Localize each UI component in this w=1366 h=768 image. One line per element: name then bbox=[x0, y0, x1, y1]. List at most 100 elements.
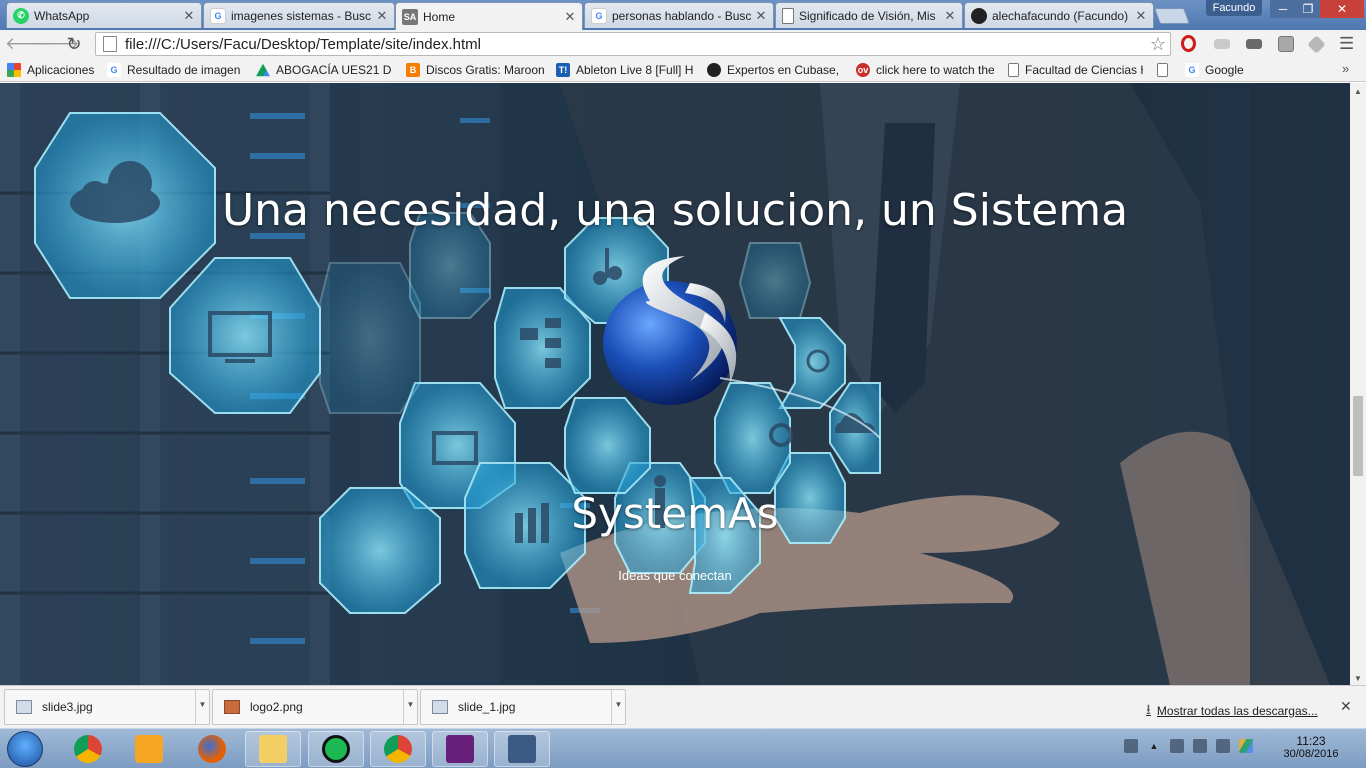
close-tab-icon[interactable]: ✕ bbox=[564, 9, 576, 25]
power-icon[interactable] bbox=[1170, 739, 1184, 753]
taskbar-visual-studio[interactable] bbox=[432, 731, 488, 767]
bookmark-discos-gratis[interactable]: B Discos Gratis: Maroon bbox=[406, 62, 544, 78]
start-button[interactable] bbox=[7, 731, 43, 767]
back-button[interactable]: 🡐 bbox=[5, 33, 51, 55]
system-clock[interactable]: 11:23 30/08/2016 bbox=[1276, 734, 1346, 760]
taskbar-desktop-app[interactable] bbox=[494, 731, 550, 767]
show-hidden-icons-icon[interactable]: ▲ bbox=[1147, 739, 1161, 753]
hero-tagline: Ideas que conectan bbox=[618, 568, 732, 583]
bookmark-ableton[interactable]: T! Ableton Live 8 [Full] H bbox=[556, 62, 693, 78]
extension-icon[interactable] bbox=[1214, 39, 1230, 49]
maximize-button[interactable]: ❐ bbox=[1296, 0, 1320, 18]
sa-site-icon: SA bbox=[402, 8, 418, 25]
close-tab-icon[interactable]: ✕ bbox=[755, 8, 767, 24]
desktop-app-icon bbox=[508, 735, 536, 763]
new-tab-button[interactable] bbox=[1154, 8, 1190, 24]
tab-home[interactable]: SA Home ✕ bbox=[395, 2, 583, 30]
system-tray: ▲ bbox=[1124, 739, 1253, 753]
taskbar-file-explorer[interactable] bbox=[245, 731, 301, 767]
tab-whatsapp[interactable]: ✆ WhatsApp ✕ bbox=[6, 2, 202, 28]
bookmark-facultad[interactable]: Facultad de Ciencias H bbox=[1008, 62, 1143, 78]
keyboard-icon[interactable] bbox=[1124, 739, 1138, 753]
tab-github-profile[interactable]: alechafacundo (Facundo) ✕ bbox=[964, 2, 1154, 28]
network-icon[interactable] bbox=[1193, 739, 1207, 753]
bookmark-star-icon[interactable]: ☆ bbox=[1150, 33, 1166, 55]
taskbar-media-player[interactable] bbox=[121, 731, 177, 767]
extension-icon[interactable] bbox=[1246, 39, 1262, 49]
bookmark-label: Resultado de imagen bbox=[127, 63, 241, 77]
image-file-icon bbox=[224, 700, 240, 714]
close-tab-icon[interactable]: ✕ bbox=[183, 8, 195, 24]
download-filename: slide_1.jpg bbox=[458, 700, 516, 714]
chrome-icon bbox=[384, 735, 412, 763]
chrome-icon bbox=[74, 735, 102, 763]
taskbar-chrome-open[interactable] bbox=[370, 731, 426, 767]
download-shelf: slide3.jpg ▼ logo2.png ▼ slide_1.jpg ▼ ⭳… bbox=[0, 685, 1366, 728]
tab-title: imagenes sistemas - Busc bbox=[231, 8, 372, 23]
chevron-down-icon[interactable]: ▼ bbox=[611, 690, 625, 724]
close-tab-icon[interactable]: ✕ bbox=[944, 8, 956, 24]
hero-brand-name: SystemAs bbox=[571, 489, 779, 538]
tab-title: personas hablando - Busc bbox=[612, 8, 751, 23]
google-icon: G bbox=[591, 7, 607, 24]
drive-icon[interactable] bbox=[1239, 739, 1253, 753]
cubase-icon bbox=[707, 63, 721, 77]
close-tab-icon[interactable]: ✕ bbox=[1135, 8, 1147, 24]
bookmark-label: Facultad de Ciencias H bbox=[1025, 63, 1143, 77]
tab-personas-hablando[interactable]: G personas hablando - Busc ✕ bbox=[584, 2, 774, 28]
taskbar-chrome[interactable] bbox=[60, 731, 116, 767]
spotify-icon bbox=[322, 735, 350, 763]
bookmark-resultado-imagen[interactable]: G Resultado de imagen bbox=[107, 62, 241, 78]
extension-icon[interactable] bbox=[1307, 35, 1326, 54]
extension-icon[interactable] bbox=[1278, 36, 1294, 52]
close-tab-icon[interactable]: ✕ bbox=[376, 8, 388, 24]
show-all-downloads-label: Mostrar todas las descargas... bbox=[1156, 704, 1318, 718]
video-site-icon: ov bbox=[856, 63, 870, 77]
volume-icon[interactable] bbox=[1216, 739, 1230, 753]
download-item[interactable]: logo2.png ▼ bbox=[212, 689, 418, 725]
image-file-icon bbox=[16, 700, 32, 714]
scroll-down-icon[interactable]: ▼ bbox=[1354, 674, 1362, 683]
close-window-button[interactable]: ✕ bbox=[1320, 0, 1364, 18]
bookmarks-bar: Aplicaciones G Resultado de imagen ABOGA… bbox=[0, 58, 1366, 82]
taskbar-firefox[interactable] bbox=[184, 731, 240, 767]
google-icon: G bbox=[107, 63, 121, 77]
chevron-down-icon[interactable]: ▼ bbox=[403, 690, 417, 724]
tab-title: WhatsApp bbox=[34, 8, 90, 23]
google-icon: G bbox=[210, 7, 226, 24]
minimize-button[interactable]: ─ bbox=[1270, 0, 1296, 18]
opera-extension-icon[interactable] bbox=[1181, 35, 1196, 52]
download-filename: slide3.jpg bbox=[42, 700, 93, 714]
show-all-downloads-link[interactable]: ⭳ Mostrar todas las descargas... bbox=[1146, 699, 1318, 723]
scrollbar-thumb[interactable] bbox=[1353, 396, 1363, 476]
bookmark-cubase[interactable]: Expertos en Cubase, c bbox=[707, 62, 843, 78]
download-filename: logo2.png bbox=[250, 700, 303, 714]
close-icon[interactable]: ✕ bbox=[1340, 698, 1352, 715]
vertical-scrollbar[interactable]: ▲ ▼ bbox=[1350, 83, 1366, 685]
reload-button[interactable]: ↻ bbox=[63, 33, 85, 55]
tab-strip: ✆ WhatsApp ✕ G imagenes sistemas - Busc … bbox=[0, 0, 1366, 30]
bookmark-watch[interactable]: ov click here to watch the bbox=[856, 62, 994, 78]
profile-button[interactable]: Facundo bbox=[1206, 0, 1262, 16]
apps-grid-icon bbox=[7, 63, 21, 77]
download-item[interactable]: slide_1.jpg ▼ bbox=[420, 689, 626, 725]
forward-button[interactable]: 🡒 bbox=[34, 33, 80, 55]
bookmark-google[interactable]: G Google bbox=[1185, 62, 1255, 78]
address-bar[interactable]: file:///C:/Users/Facu/Desktop/Template/s… bbox=[95, 32, 1171, 56]
bookmark-aplicaciones[interactable]: Aplicaciones bbox=[7, 62, 99, 78]
page-icon bbox=[1008, 63, 1019, 77]
scroll-up-icon[interactable]: ▲ bbox=[1354, 87, 1362, 96]
download-item[interactable]: slide3.jpg ▼ bbox=[4, 689, 210, 725]
more-bookmarks-icon[interactable]: » bbox=[1342, 61, 1349, 76]
url-text[interactable]: file:///C:/Users/Facu/Desktop/Template/s… bbox=[125, 36, 481, 53]
drive-icon bbox=[256, 63, 270, 77]
tab-imagenes-sistemas[interactable]: G imagenes sistemas - Busc ✕ bbox=[203, 2, 395, 28]
bookmark-abogacia[interactable]: ABOGACÍA UES21 DE bbox=[256, 62, 391, 78]
bookmark-untitled[interactable] bbox=[1157, 62, 1175, 78]
tab-significado-vision[interactable]: Significado de Visión, Mis ✕ bbox=[775, 2, 963, 28]
bookmark-label: Google bbox=[1205, 63, 1244, 77]
chevron-down-icon[interactable]: ▼ bbox=[195, 690, 209, 724]
taringa-icon: T! bbox=[556, 63, 570, 77]
menu-icon[interactable]: ☰ bbox=[1339, 34, 1354, 54]
taskbar-spotify[interactable] bbox=[308, 731, 364, 767]
